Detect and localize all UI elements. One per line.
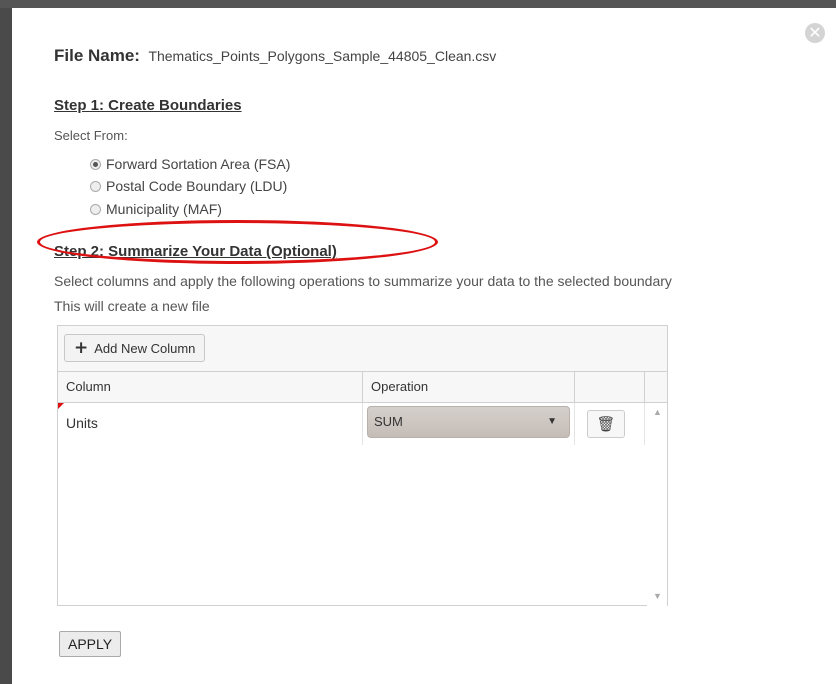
operation-select-value: SUM bbox=[374, 414, 403, 429]
radio-button[interactable] bbox=[90, 203, 101, 215]
grid-header: Column Operation bbox=[58, 372, 667, 403]
step2-note: This will create a new file bbox=[54, 298, 210, 314]
radio-ldu[interactable]: Postal Code Boundary (LDU) bbox=[90, 178, 287, 194]
modal-backdrop bbox=[0, 0, 836, 8]
summary-grid: + Add New Column Column Operation Units … bbox=[57, 325, 668, 607]
delete-cell: 🗑 bbox=[575, 403, 645, 445]
column-cell[interactable]: Units bbox=[58, 403, 363, 445]
radio-button-checked[interactable] bbox=[90, 158, 101, 170]
column-header[interactable]: Column bbox=[58, 372, 363, 402]
radio-button[interactable] bbox=[90, 180, 101, 192]
step2-title: Step 2: Summarize Your Data (Optional) bbox=[54, 243, 337, 260]
operation-cell: SUM ▼ bbox=[363, 403, 575, 445]
grid-toolbar: + Add New Column bbox=[58, 326, 667, 372]
file-name-value: Thematics_Points_Polygons_Sample_44805_C… bbox=[148, 48, 497, 64]
chevron-down-icon: ▼ bbox=[547, 416, 557, 427]
close-icon[interactable]: ✕ bbox=[805, 23, 825, 43]
select-from-label: Select From: bbox=[54, 128, 128, 143]
file-name-label: File Name: bbox=[54, 46, 140, 65]
radio-ldu-label: Postal Code Boundary (LDU) bbox=[106, 178, 288, 194]
step1-title: Step 1: Create Boundaries bbox=[54, 97, 242, 114]
operation-header[interactable]: Operation bbox=[363, 372, 575, 402]
plus-icon: + bbox=[74, 338, 89, 358]
scroll-up-icon[interactable]: ▲ bbox=[653, 407, 662, 417]
grid-body: Units SUM ▼ 🗑 ▲ ▼ bbox=[58, 403, 667, 607]
add-new-column-label: Add New Column bbox=[94, 340, 196, 356]
apply-button[interactable]: APPLY bbox=[59, 631, 122, 657]
vertical-scrollbar[interactable]: ▲ ▼ bbox=[647, 403, 667, 607]
radio-maf[interactable]: Municipality (MAF) bbox=[90, 201, 222, 217]
scroll-down-icon[interactable]: ▼ bbox=[653, 591, 662, 601]
trash-icon[interactable]: 🗑 bbox=[587, 410, 625, 438]
file-name-row: File Name: Thematics_Points_Polygons_Sam… bbox=[54, 46, 496, 66]
step2-description: Select columns and apply the following o… bbox=[54, 273, 672, 289]
radio-fsa-label: Forward Sortation Area (FSA) bbox=[106, 156, 291, 172]
add-new-column-button[interactable]: + Add New Column bbox=[64, 334, 206, 362]
operation-select[interactable]: SUM ▼ bbox=[367, 406, 570, 438]
radio-fsa[interactable]: Forward Sortation Area (FSA) bbox=[90, 156, 290, 172]
radio-maf-label: Municipality (MAF) bbox=[106, 201, 222, 217]
delete-header bbox=[575, 372, 645, 402]
